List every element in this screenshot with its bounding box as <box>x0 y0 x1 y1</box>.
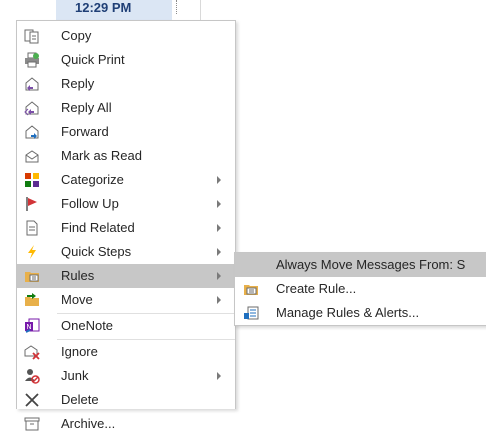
manage-rules-icon <box>243 305 259 321</box>
lightning-icon <box>24 244 40 260</box>
rules-folder-icon <box>24 268 40 284</box>
archive-box-icon <box>24 416 40 432</box>
menu-item-quick-steps[interactable]: Quick Steps <box>17 240 235 264</box>
submenu-item-always-move[interactable]: Always Move Messages From: S <box>235 253 486 277</box>
submenu-item-label: Always Move Messages From: S <box>276 257 466 272</box>
menu-item-reply-all[interactable]: Reply All <box>17 96 235 120</box>
rules-submenu: Always Move Messages From: S Create Rule… <box>234 252 486 326</box>
menu-item-onenote[interactable]: N OneNote <box>17 314 235 338</box>
submenu-arrow-icon <box>217 272 221 280</box>
reply-icon <box>24 76 40 92</box>
menu-item-categorize[interactable]: Categorize <box>17 168 235 192</box>
menu-item-move[interactable]: Move <box>17 288 235 312</box>
column-divider <box>176 0 178 14</box>
submenu-item-manage-rules[interactable]: Manage Rules & Alerts... <box>235 301 486 325</box>
menu-item-label: Find Related <box>61 220 135 235</box>
menu-item-label: OneNote <box>61 318 114 333</box>
menu-item-label: Delete <box>61 392 99 407</box>
submenu-item-label: Create Rule... <box>276 281 357 296</box>
email-time: 12:29 PM <box>75 0 132 15</box>
copy-icon <box>24 28 40 44</box>
menu-item-quick-print[interactable]: Quick Print <box>17 48 235 72</box>
submenu-item-create-rule[interactable]: Create Rule... <box>235 277 486 301</box>
menu-item-label: Archive... <box>61 416 116 431</box>
submenu-arrow-icon <box>217 176 221 184</box>
menu-item-label: Quick Steps <box>61 244 132 259</box>
column-border <box>200 0 201 20</box>
menu-item-delete[interactable]: Delete <box>17 388 235 412</box>
menu-item-find-related[interactable]: Find Related <box>17 216 235 240</box>
menu-item-label: Categorize <box>61 172 124 187</box>
menu-item-label: Junk <box>61 368 89 383</box>
junk-icon <box>24 368 40 384</box>
submenu-arrow-icon <box>217 200 221 208</box>
menu-item-copy[interactable]: Copy <box>17 24 235 48</box>
menu-item-ignore[interactable]: Ignore <box>17 340 235 364</box>
envelope-open-icon <box>24 148 40 164</box>
menu-item-label: Rules <box>61 268 95 283</box>
reply-all-icon <box>24 100 40 116</box>
delete-x-icon <box>24 392 40 408</box>
menu-item-label: Quick Print <box>61 52 125 67</box>
printer-icon <box>24 52 40 68</box>
submenu-arrow-icon <box>217 248 221 256</box>
menu-item-label: Mark as Read <box>61 148 142 163</box>
menu-item-label: Follow Up <box>61 196 119 211</box>
onenote-icon: N <box>24 318 40 334</box>
menu-item-label: Copy <box>61 28 92 43</box>
move-folder-icon <box>24 292 40 308</box>
menu-item-follow-up[interactable]: Follow Up <box>17 192 235 216</box>
menu-item-archive[interactable]: Archive... <box>17 412 235 436</box>
menu-item-label: Ignore <box>61 344 98 359</box>
menu-item-label: Reply All <box>61 100 112 115</box>
submenu-item-label: Manage Rules & Alerts... <box>276 305 420 320</box>
context-menu: Copy Quick Print Reply Reply All Forward… <box>16 20 236 431</box>
email-time-cell: 12:29 PM <box>56 0 172 20</box>
submenu-arrow-icon <box>217 372 221 380</box>
menu-item-label: Move <box>61 292 93 307</box>
forward-icon <box>24 124 40 140</box>
menu-item-label: Forward <box>61 124 109 139</box>
menu-item-label: Reply <box>61 76 95 91</box>
menu-item-junk[interactable]: Junk <box>17 364 235 388</box>
document-icon <box>24 220 40 236</box>
submenu-arrow-icon <box>217 224 221 232</box>
flag-icon <box>24 196 40 212</box>
create-rule-icon <box>243 281 259 297</box>
ignore-icon <box>24 344 40 360</box>
menu-item-forward[interactable]: Forward <box>17 120 235 144</box>
submenu-arrow-icon <box>217 296 221 304</box>
menu-item-mark-as-read[interactable]: Mark as Read <box>17 144 235 168</box>
menu-item-reply[interactable]: Reply <box>17 72 235 96</box>
menu-item-rules[interactable]: Rules <box>17 264 235 288</box>
category-grid-icon <box>24 172 40 188</box>
